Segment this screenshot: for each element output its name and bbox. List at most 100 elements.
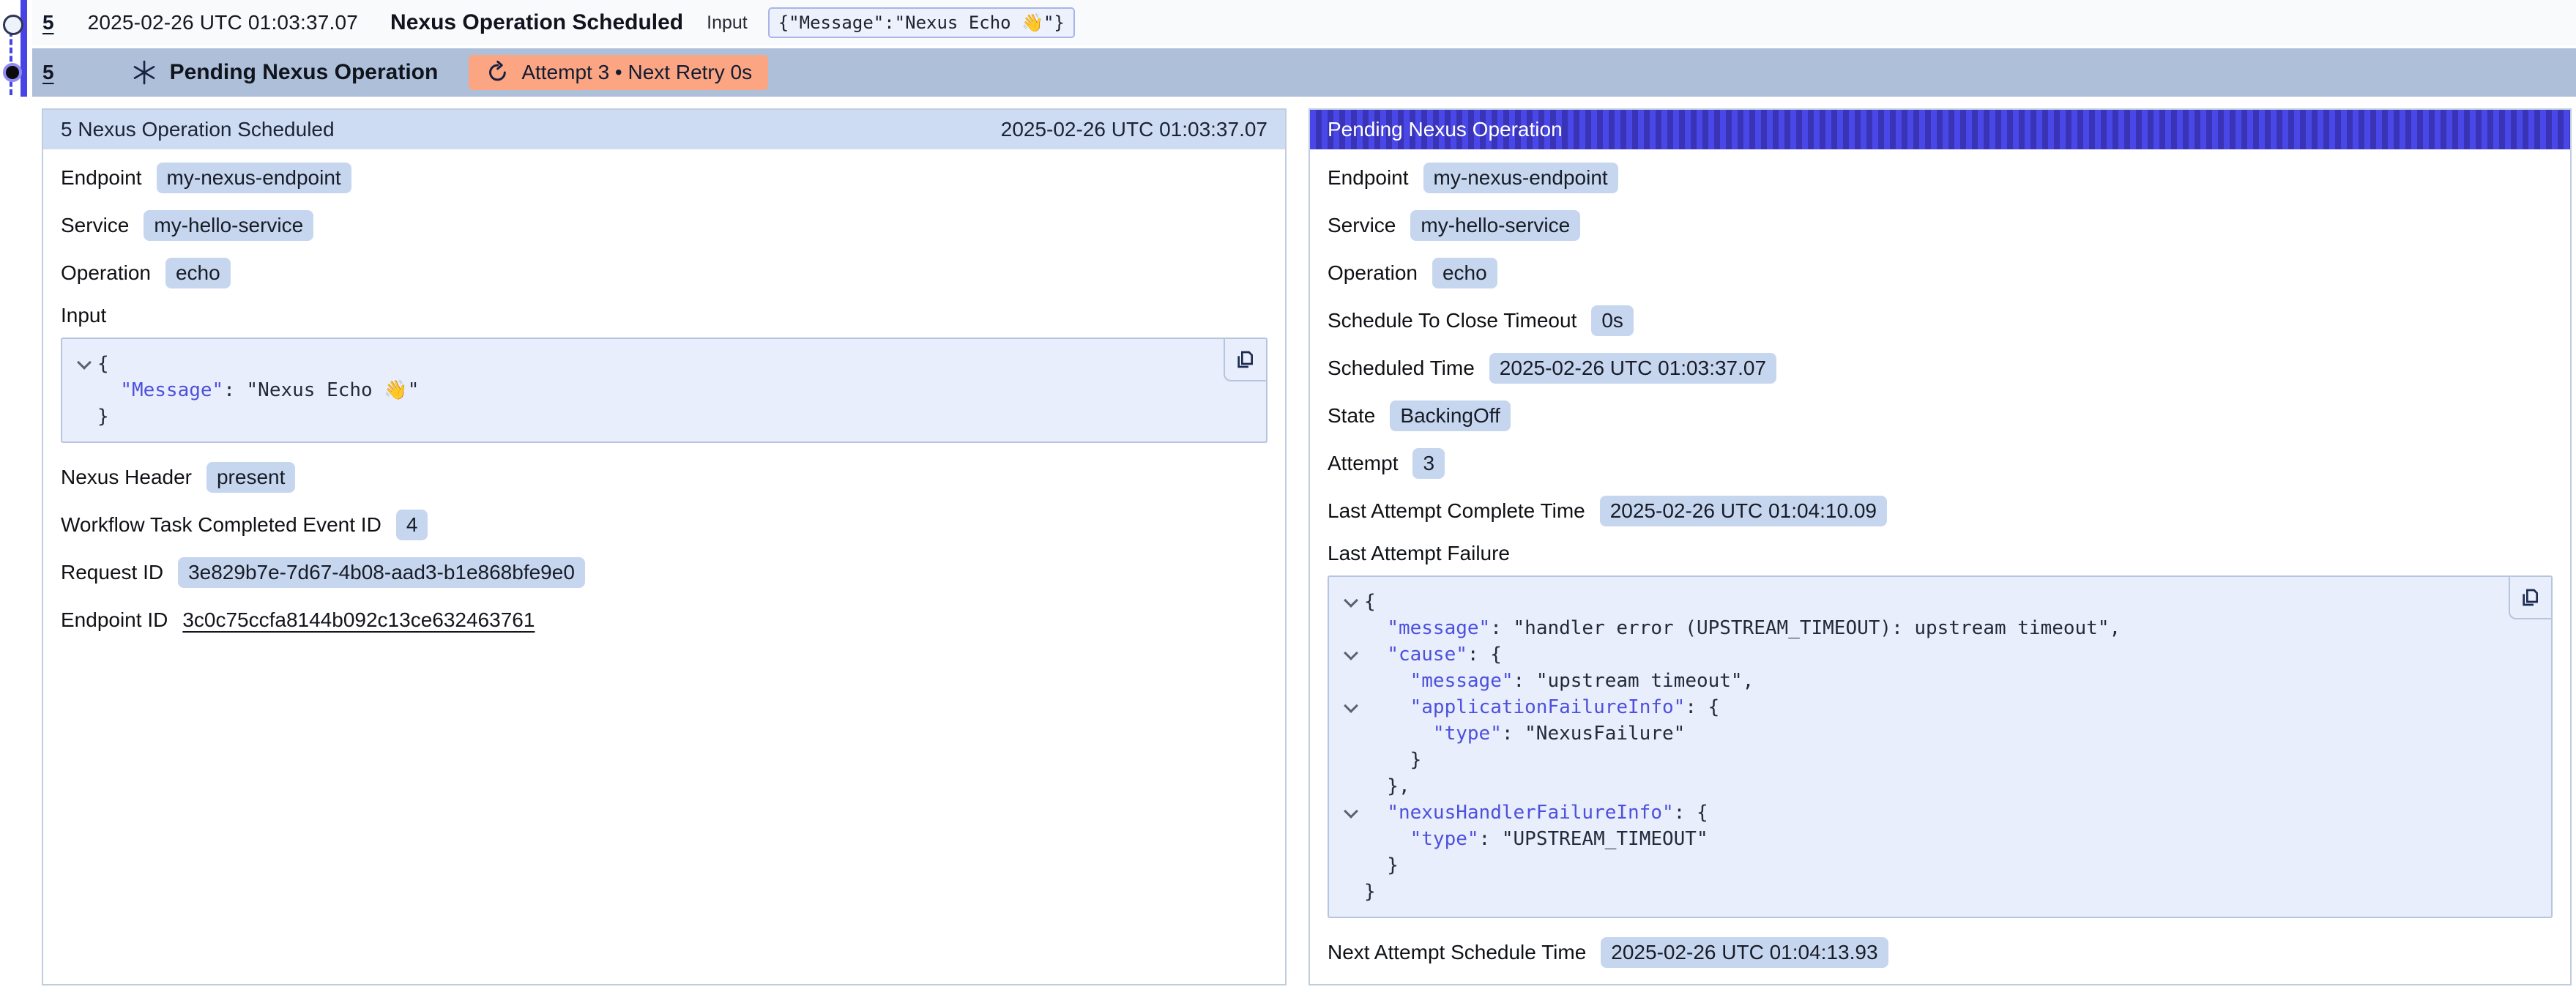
field-label: Workflow Task Completed Event ID: [61, 513, 381, 537]
code-text: }: [97, 403, 109, 430]
field-schedule-to-close-timeout: Schedule To Close Timeout 0s: [1328, 304, 2553, 338]
event-history-rows: 5 2025-02-26 UTC 01:03:37.07 Nexus Opera…: [0, 0, 2576, 97]
event-row-pending-nexus-operation[interactable]: 5 Pending Nexus Operation Attempt 3 • Ne…: [32, 48, 2576, 97]
code-gutter: [71, 377, 97, 403]
code-line: }: [1338, 879, 2534, 905]
json-viewer: { "message": "handler error (UPSTREAM_TI…: [1338, 589, 2534, 905]
field-label: Schedule To Close Timeout: [1328, 309, 1577, 332]
scheduled-panel-body: Endpointmy-nexus-endpointServicemy-hello…: [43, 149, 1285, 663]
event-input-chip[interactable]: {"Message":"Nexus Echo 👋"}: [768, 7, 1075, 38]
json-viewer: { "Message": "Nexus Echo 👋"}: [71, 351, 1248, 430]
code-text: "type": "UPSTREAM_TIMEOUT": [1364, 826, 1708, 852]
copy-button[interactable]: [1224, 339, 1266, 381]
pending-asterisk-icon: [130, 59, 158, 86]
timeline-node-open-icon[interactable]: [3, 15, 23, 35]
code-line: "message": "upstream timeout",: [1338, 668, 2534, 694]
field-value-badge: 3e829b7e-7d67-4b08-aad3-b1e868bfe9e0: [178, 557, 585, 588]
event-detail-panels: 5 Nexus Operation Scheduled 2025-02-26 U…: [42, 108, 2572, 985]
code-text: "Message": "Nexus Echo 👋": [97, 377, 419, 403]
field-operation: Operation echo: [61, 256, 1267, 290]
field-group: Nexus Headerpresent Workflow Task Complet…: [61, 461, 1267, 637]
field-label: Endpoint: [61, 166, 142, 190]
event-title: Pending Nexus Operation: [170, 60, 439, 85]
code-text: }: [1364, 747, 1421, 773]
field-label: Service: [61, 214, 129, 237]
panel-header-title: 5 Nexus Operation Scheduled: [61, 118, 335, 141]
field-value-link[interactable]: 3c0c75ccfa8144b092c13ce632463761: [182, 608, 535, 632]
collapse-chevron-icon[interactable]: [1338, 589, 1364, 615]
copy-icon: [1234, 348, 1257, 371]
code-line: }: [1338, 747, 2534, 773]
selection-accent-bar: [21, 0, 27, 97]
field-workflow-task-completed-event-id: Workflow Task Completed Event ID 4: [61, 508, 1267, 542]
panel-header-timestamp: 2025-02-26 UTC 01:03:37.07: [1001, 118, 1267, 141]
code-text: }: [1364, 852, 1399, 879]
field-value-badge: present: [206, 462, 295, 493]
field-value-badge: 3: [1412, 448, 1445, 479]
field-scheduled-time: Scheduled Time2025-02-26 UTC 01:03:37.07: [1328, 351, 2553, 385]
timeline-node-current-icon[interactable]: [3, 63, 22, 82]
field-value-badge: 2025-02-26 UTC 01:03:37.07: [1489, 353, 1776, 384]
collapse-chevron-icon[interactable]: [1338, 694, 1364, 720]
field-group: Endpointmy-nexus-endpointServicemy-hello…: [61, 161, 1267, 290]
field-value-badge: my-hello-service: [1410, 210, 1580, 241]
code-gutter: [1338, 668, 1364, 694]
event-id-link[interactable]: 5: [42, 61, 54, 84]
input-section-label: Input: [61, 304, 1267, 327]
code-gutter: [1338, 879, 1364, 905]
code-text: },: [1364, 773, 1410, 800]
field-label: Request ID: [61, 561, 163, 584]
code-text: "message": "upstream timeout",: [1364, 668, 1754, 694]
code-line: {: [1338, 589, 2534, 615]
failure-section-label: Last Attempt Failure: [1328, 542, 2553, 565]
code-line: "type": "NexusFailure": [1338, 720, 2534, 747]
scheduled-panel-header: 5 Nexus Operation Scheduled 2025-02-26 U…: [43, 110, 1285, 149]
code-gutter: [1338, 720, 1364, 747]
code-text: "message": "handler error (UPSTREAM_TIME…: [1364, 615, 2121, 641]
copy-button[interactable]: [2509, 577, 2551, 619]
field-state: State BackingOff: [1328, 399, 2553, 433]
copy-icon: [2519, 586, 2542, 609]
event-timestamp: 2025-02-26 UTC 01:03:37.07: [88, 11, 358, 34]
code-gutter: [71, 403, 97, 430]
failure-code-block: { "message": "handler error (UPSTREAM_TI…: [1328, 575, 2553, 918]
code-text: "cause": {: [1364, 641, 1502, 668]
code-line: "Message": "Nexus Echo 👋": [71, 377, 1248, 403]
collapse-chevron-icon[interactable]: [71, 351, 97, 377]
field-label: Operation: [61, 261, 151, 285]
field-value-badge: 2025-02-26 UTC 01:04:13.93: [1601, 937, 1888, 968]
code-line: }: [1338, 852, 2534, 879]
field-group: Endpointmy-nexus-endpointServicemy-hello…: [1328, 161, 2553, 528]
event-row-nexus-operation-scheduled[interactable]: 5 2025-02-26 UTC 01:03:37.07 Nexus Opera…: [32, 0, 2576, 45]
field-value-badge: my-hello-service: [144, 210, 313, 241]
collapse-chevron-icon[interactable]: [1338, 800, 1364, 826]
attempt-retry-badge[interactable]: Attempt 3 • Next Retry 0s: [469, 55, 768, 90]
field-value-badge: echo: [165, 258, 231, 288]
field-label: State: [1328, 404, 1375, 428]
field-value-badge: 0s: [1591, 305, 1634, 336]
code-gutter: [1338, 615, 1364, 641]
collapse-chevron-icon[interactable]: [1338, 641, 1364, 668]
field-value-badge: echo: [1432, 258, 1497, 288]
code-line: {: [71, 351, 1248, 377]
code-text: "nexusHandlerFailureInfo": {: [1364, 800, 1708, 826]
field-value-badge: BackingOff: [1390, 400, 1510, 431]
pending-operation-panel: Pending Nexus Operation Endpointmy-nexus…: [1309, 108, 2572, 985]
retry-icon: [485, 60, 510, 85]
code-line: },: [1338, 773, 2534, 800]
field-value-badge: 2025-02-26 UTC 01:04:10.09: [1600, 496, 1887, 526]
field-nexus-header: Nexus Headerpresent: [61, 461, 1267, 494]
code-gutter: [1338, 747, 1364, 773]
field-value-badge: 4: [396, 510, 428, 540]
field-service: Service my-hello-service: [61, 209, 1267, 242]
field-endpoint: Endpointmy-nexus-endpoint: [1328, 161, 2553, 195]
field-label: Endpoint ID: [61, 608, 168, 632]
code-text: {: [97, 351, 109, 377]
field-label: Last Attempt Complete Time: [1328, 499, 1585, 523]
timeline-gutter: [0, 0, 32, 98]
event-id-link[interactable]: 5: [42, 11, 54, 34]
field-operation: Operationecho: [1328, 256, 2553, 290]
field-attempt: Attempt3: [1328, 447, 2553, 480]
code-line: "applicationFailureInfo": {: [1338, 694, 2534, 720]
field-endpoint-id: Endpoint ID 3c0c75ccfa8144b092c13ce632463…: [61, 603, 1267, 637]
